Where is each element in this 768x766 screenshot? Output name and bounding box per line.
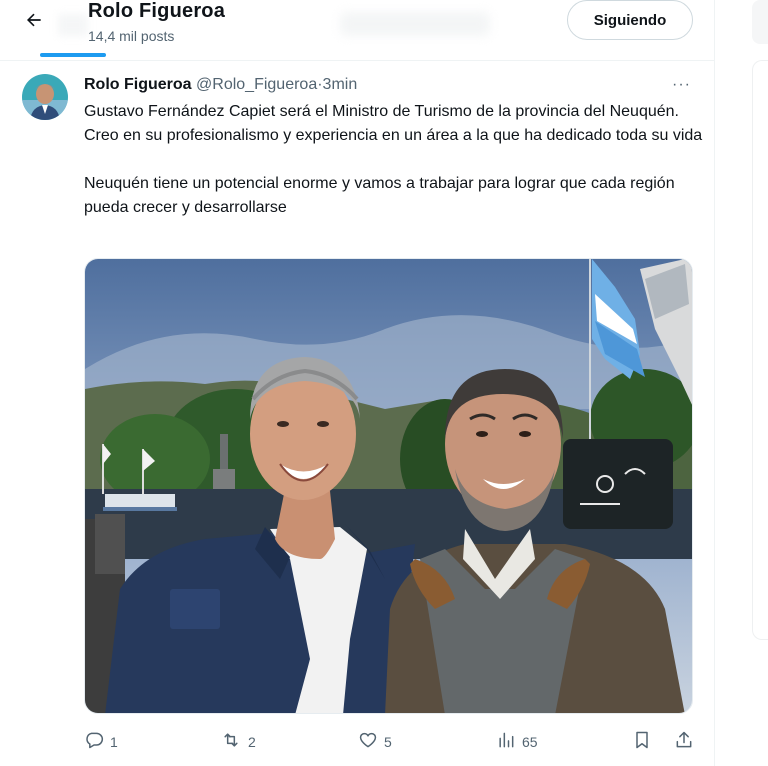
like-icon [358, 730, 378, 753]
timeline-column: Rolo Figueroa 14,4 mil posts Siguiendo R… [0, 0, 715, 766]
tweet-actions: 1 2 5 65 [84, 730, 694, 756]
tweet-paragraph: Gustavo Fernández Capiet será el Ministr… [84, 103, 703, 144]
bookmark-icon [632, 730, 652, 753]
following-button[interactable]: Siguiendo [567, 0, 693, 40]
active-tab-indicator [40, 53, 106, 57]
profile-name-title: Rolo Figueroa [88, 0, 226, 22]
like-button[interactable]: 5 [358, 730, 392, 753]
like-count: 5 [384, 733, 392, 750]
back-arrow-icon[interactable] [22, 8, 46, 32]
blurred-region [340, 12, 490, 36]
tweet-text: Gustavo Fernández Capiet será el Ministr… [84, 100, 704, 220]
profile-header: Rolo Figueroa 14,4 mil posts Siguiendo [0, 0, 714, 61]
views-icon [496, 730, 516, 753]
sidebar-panel-edge [752, 60, 768, 640]
reply-icon [84, 730, 104, 753]
more-icon[interactable]: ··· [672, 76, 691, 94]
share-button[interactable] [674, 730, 694, 753]
author-name[interactable]: Rolo Figueroa [84, 76, 192, 93]
tweet-author-line: Rolo Figueroa @Rolo_Figueroa·3min [84, 76, 357, 94]
bookmark-button[interactable] [632, 730, 652, 753]
reply-count: 1 [110, 733, 118, 750]
share-icon [674, 730, 694, 753]
views-button[interactable]: 65 [496, 730, 538, 753]
reply-button[interactable]: 1 [84, 730, 118, 753]
repost-icon [220, 730, 242, 753]
repost-count: 2 [248, 733, 256, 750]
post-count: 14,4 mil posts [88, 28, 175, 44]
tweet-photo[interactable] [84, 258, 693, 714]
sidebar-search-edge[interactable] [752, 0, 768, 44]
avatar[interactable] [22, 74, 68, 120]
author-handle[interactable]: @Rolo_Figueroa [196, 76, 317, 93]
timestamp[interactable]: 3min [323, 76, 358, 93]
repost-button[interactable]: 2 [220, 730, 256, 753]
blurred-region [58, 14, 88, 36]
tweet-paragraph: Neuquén tiene un potencial enorme y vamo… [84, 175, 675, 216]
view-count: 65 [522, 733, 538, 750]
